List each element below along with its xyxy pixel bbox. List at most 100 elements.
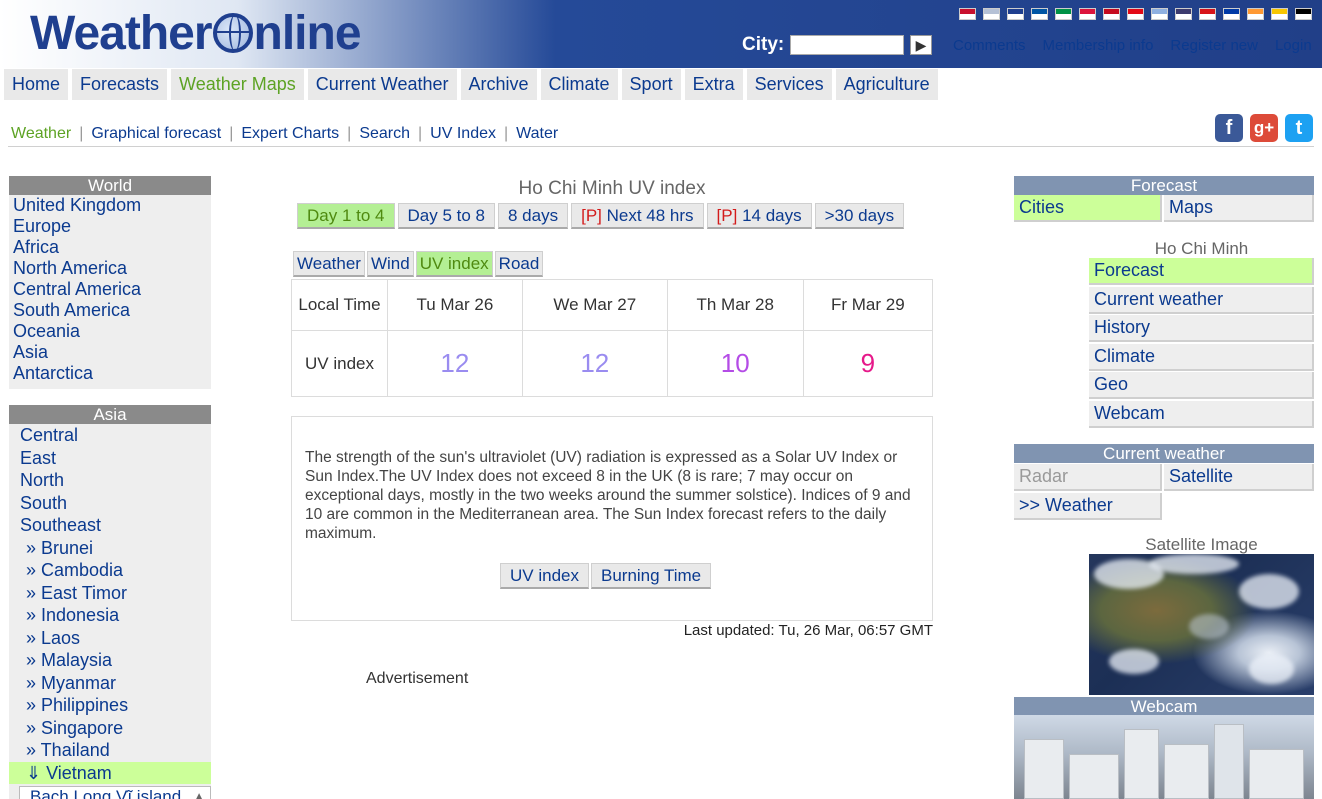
region-link-europe[interactable]: Europe xyxy=(9,216,211,237)
flag-icon[interactable] xyxy=(959,8,976,20)
location-dropdown[interactable]: Bach Long Vĩ island ▲ xyxy=(19,786,211,799)
country-link-philippines[interactable]: » Philippines xyxy=(9,694,211,717)
flag-icon[interactable] xyxy=(1271,8,1288,20)
country-link-laos[interactable]: » Laos xyxy=(9,627,211,650)
burning-time-button[interactable]: Burning Time xyxy=(590,563,712,589)
comments-link[interactable]: Comments xyxy=(953,37,1026,54)
country-link-malaysia[interactable]: » Malaysia xyxy=(9,649,211,672)
subregion-link-central[interactable]: Central xyxy=(9,424,211,447)
nav-climate[interactable]: Climate xyxy=(540,69,618,100)
day-tab-next-48-hrs[interactable]: [P] Next 48 hrs xyxy=(571,203,704,229)
region-link-antarctica[interactable]: Antarctica xyxy=(9,363,211,384)
region-link-africa[interactable]: Africa xyxy=(9,237,211,258)
type-tab-uv-index[interactable]: UV index xyxy=(415,251,493,277)
webcam-box-title: Webcam xyxy=(1014,697,1314,716)
subnav-water[interactable]: Water xyxy=(516,125,558,143)
day-tab-14-days[interactable]: [P] 14 days xyxy=(706,203,812,229)
uv-index-button[interactable]: UV index xyxy=(500,563,589,589)
day-tab-label: 14 days xyxy=(737,206,802,225)
nav-weather-maps[interactable]: Weather Maps xyxy=(171,69,304,100)
nav-services[interactable]: Services xyxy=(746,69,832,100)
nav-archive[interactable]: Archive xyxy=(460,69,537,100)
country-link-thailand[interactable]: » Thailand xyxy=(9,739,211,762)
webcam-image[interactable] xyxy=(1014,715,1314,799)
flag-icon[interactable] xyxy=(1223,8,1240,20)
day-tab-8-days[interactable]: 8 days xyxy=(498,203,569,229)
day-tab-30-days[interactable]: >30 days xyxy=(814,203,905,229)
city-climate-link[interactable]: Climate xyxy=(1089,344,1314,371)
subnav-graphical-forecast[interactable]: Graphical forecast xyxy=(91,125,221,143)
region-link-south-america[interactable]: South America xyxy=(9,300,211,321)
flag-icon[interactable] xyxy=(1079,8,1096,20)
region-link-north-america[interactable]: North America xyxy=(9,258,211,279)
city-current-weather-link[interactable]: Current weather xyxy=(1089,287,1314,314)
region-link-asia[interactable]: Asia xyxy=(9,342,211,363)
nav-home[interactable]: Home xyxy=(4,69,69,100)
region-link-oceania[interactable]: Oceania xyxy=(9,321,211,342)
subregion-link-north[interactable]: North xyxy=(9,469,211,492)
city-geo-link[interactable]: Geo xyxy=(1089,372,1314,399)
subregion-link-southeast[interactable]: Southeast xyxy=(9,514,211,537)
satellite-image[interactable] xyxy=(1089,554,1314,695)
day-tab-day-1-to-4[interactable]: Day 1 to 4 xyxy=(297,203,395,229)
country-link-indonesia[interactable]: » Indonesia xyxy=(9,604,211,627)
country-link-myanmar[interactable]: » Myanmar xyxy=(9,672,211,695)
flag-icon[interactable] xyxy=(1151,8,1168,20)
city-search-go-button[interactable]: ▶ xyxy=(910,35,932,55)
region-link-united-kingdom[interactable]: United Kingdom xyxy=(9,195,211,216)
subnav-uv-index[interactable]: UV Index xyxy=(430,125,496,143)
google-plus-icon[interactable]: g+ xyxy=(1250,114,1278,142)
subregion-link-south[interactable]: South xyxy=(9,492,211,515)
city-history-link[interactable]: History xyxy=(1089,315,1314,342)
nav-current-weather[interactable]: Current Weather xyxy=(307,69,457,100)
flag-icon[interactable] xyxy=(1199,8,1216,20)
country-link-east-timor[interactable]: » East Timor xyxy=(9,582,211,605)
uv-cell: 12 xyxy=(387,330,523,397)
flag-icon[interactable] xyxy=(1127,8,1144,20)
flag-icon[interactable] xyxy=(983,8,1000,20)
region-link-central-america[interactable]: Central America xyxy=(9,279,211,300)
day-tab-label: Day 5 to 8 xyxy=(407,206,486,225)
day-header: Fr Mar 29 xyxy=(802,279,934,331)
flag-icon[interactable] xyxy=(1103,8,1120,20)
sub-navigation: Weather | Graphical forecast | Expert Charts… xyxy=(11,125,558,143)
satellite-link[interactable]: Satellite xyxy=(1164,464,1314,491)
site-logo[interactable]: Weather nline xyxy=(30,6,362,61)
register-link[interactable]: Register new xyxy=(1170,37,1258,54)
nav-extra[interactable]: Extra xyxy=(684,69,743,100)
facebook-icon[interactable]: f xyxy=(1215,114,1243,142)
membership-info-link[interactable]: Membership info xyxy=(1043,37,1154,54)
nav-sport[interactable]: Sport xyxy=(621,69,681,100)
weather-link[interactable]: >> Weather xyxy=(1014,493,1162,520)
radar-link[interactable]: Radar xyxy=(1014,464,1162,491)
city-webcam-link[interactable]: Webcam xyxy=(1089,401,1314,428)
flag-icon[interactable] xyxy=(1007,8,1024,20)
type-tab-road[interactable]: Road xyxy=(494,251,544,277)
twitter-icon[interactable]: t xyxy=(1285,114,1313,142)
country-link-singapore[interactable]: » Singapore xyxy=(9,717,211,740)
type-tab-weather[interactable]: Weather xyxy=(293,251,365,277)
day-header: Tu Mar 26 xyxy=(387,279,523,331)
maps-tab[interactable]: Maps xyxy=(1164,195,1314,222)
subnav-weather[interactable]: Weather xyxy=(11,125,71,143)
nav-forecasts[interactable]: Forecasts xyxy=(72,69,168,100)
flag-icon[interactable] xyxy=(1295,8,1312,20)
cities-tab[interactable]: Cities xyxy=(1014,195,1162,222)
flag-icon[interactable] xyxy=(1055,8,1072,20)
flag-icon[interactable] xyxy=(1175,8,1192,20)
flag-icon[interactable] xyxy=(1247,8,1264,20)
country-link-vietnam[interactable]: ⇓ Vietnam xyxy=(9,761,211,784)
city-forecast-link[interactable]: Forecast xyxy=(1089,258,1314,285)
city-search-input[interactable] xyxy=(790,35,904,55)
flag-icon[interactable] xyxy=(1031,8,1048,20)
main-navigation: Home Forecasts Weather Maps Current Weather… xyxy=(4,69,938,100)
subnav-expert-charts[interactable]: Expert Charts xyxy=(241,125,339,143)
type-tab-wind[interactable]: Wind xyxy=(366,251,414,277)
subnav-search[interactable]: Search xyxy=(359,125,410,143)
country-link-cambodia[interactable]: » Cambodia xyxy=(9,559,211,582)
country-link-brunei[interactable]: » Brunei xyxy=(9,537,211,560)
nav-agriculture[interactable]: Agriculture xyxy=(835,69,938,100)
login-link[interactable]: Login xyxy=(1275,37,1312,54)
subregion-link-east[interactable]: East xyxy=(9,447,211,470)
day-tab-day-5-to-8[interactable]: Day 5 to 8 xyxy=(397,203,495,229)
